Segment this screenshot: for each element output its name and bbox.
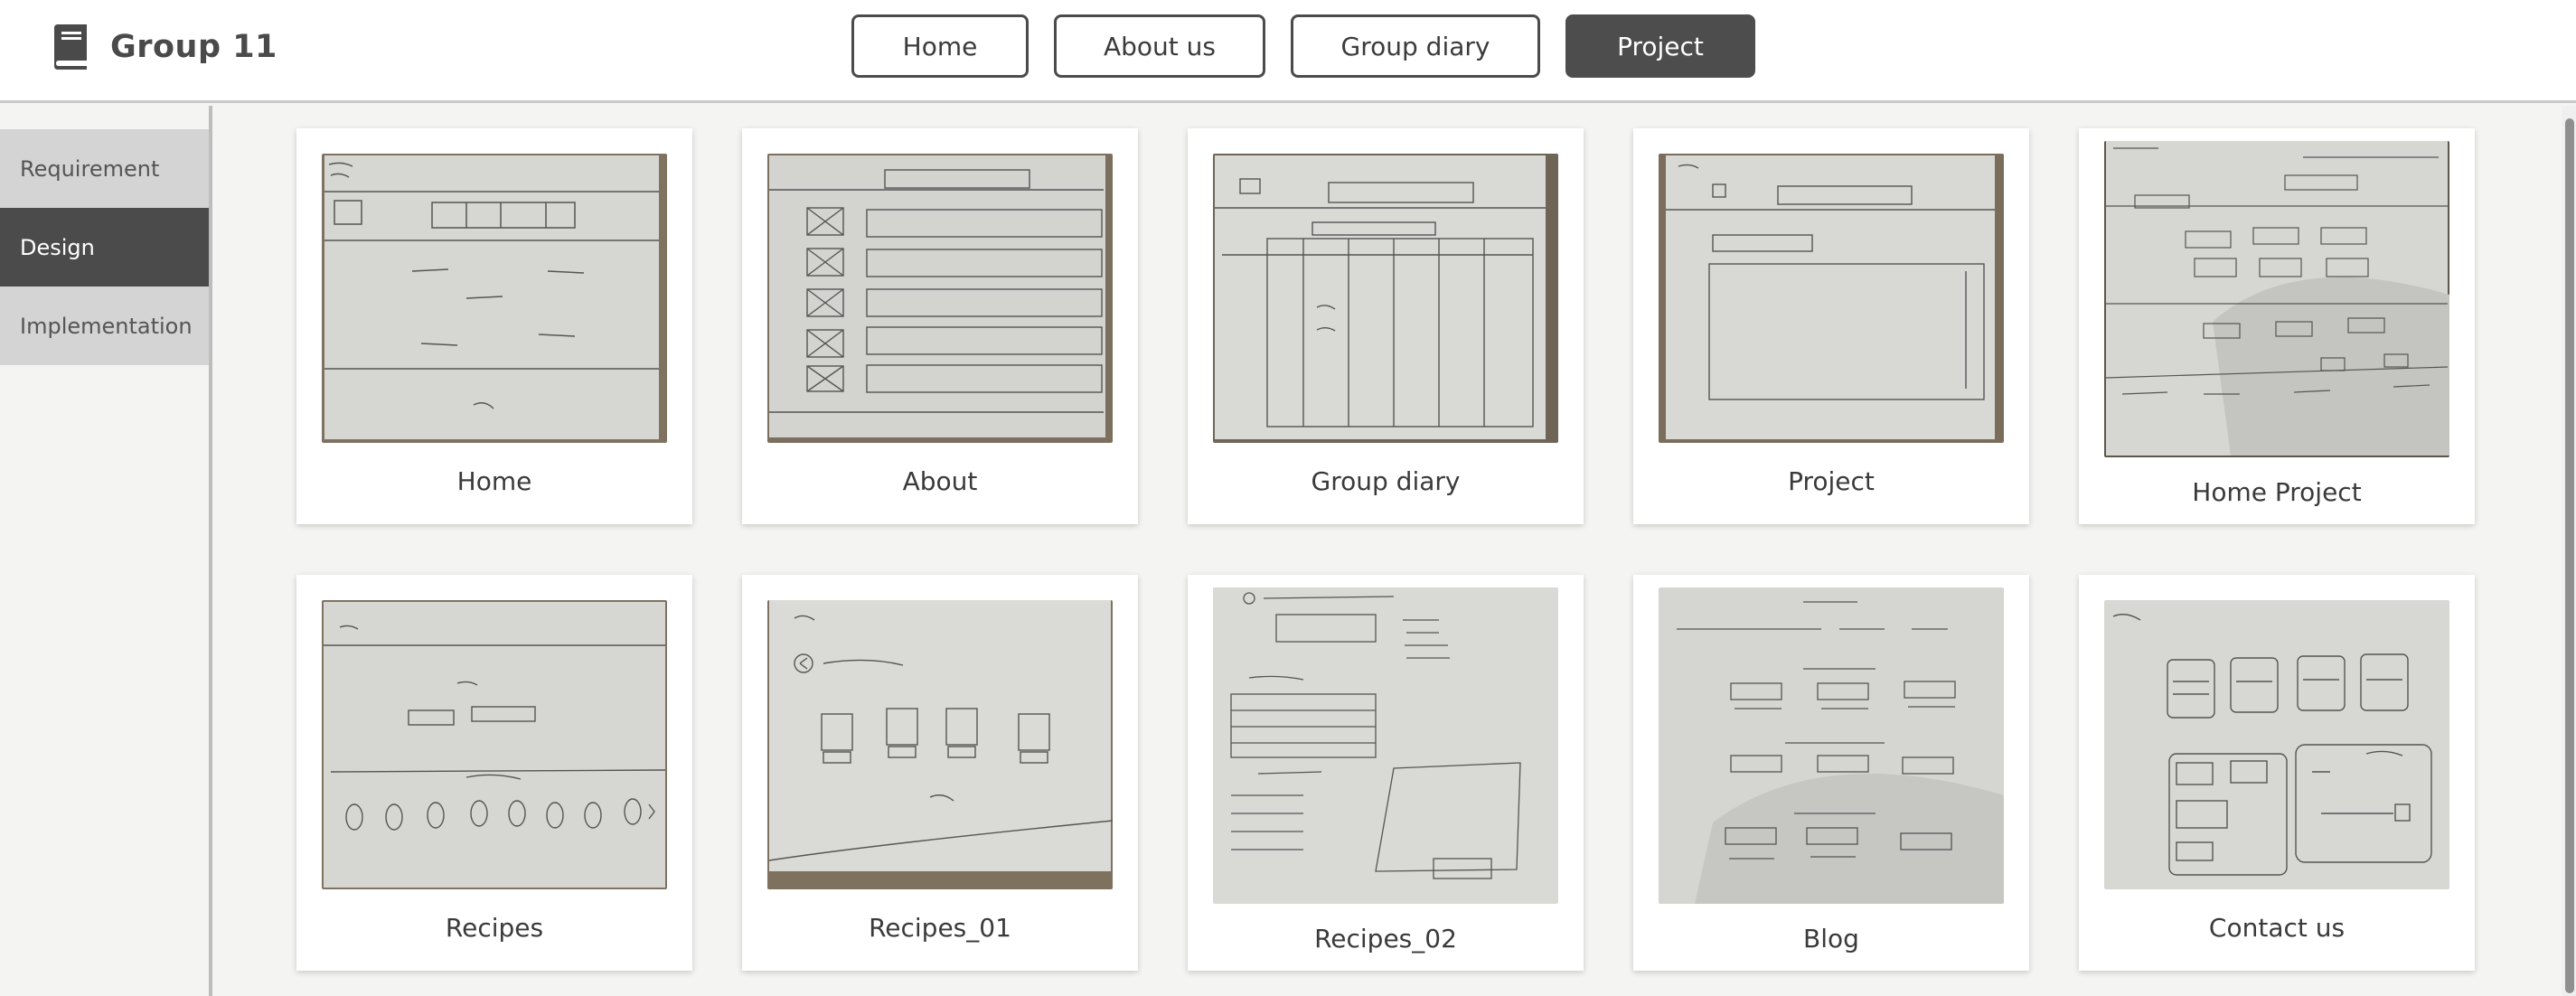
card-label: Home Project (2192, 477, 2362, 507)
sketch-image (1213, 154, 1558, 443)
card-label: Recipes_01 (869, 913, 1011, 943)
gallery-card[interactable]: Blog (1633, 575, 2029, 971)
card-label: About (902, 466, 978, 496)
card-label: Recipes (445, 913, 544, 943)
sketch-image (2104, 141, 2449, 457)
book-icon (54, 24, 87, 70)
sidebar-item-implementation[interactable]: Implementation (0, 287, 209, 365)
nav-about-us-button[interactable]: About us (1054, 14, 1265, 78)
card-label: Contact us (2208, 913, 2346, 943)
sketch-image (2104, 600, 2449, 889)
top-header: Group 11 Home About us Group diary Proje… (0, 0, 2576, 103)
gallery-card[interactable]: Contact us (2079, 575, 2475, 971)
gallery-card[interactable]: Home Project (2079, 128, 2475, 524)
nav-project-button[interactable]: Project (1565, 14, 1755, 78)
sidebar-item-requirement[interactable]: Requirement (0, 129, 209, 208)
gallery-card[interactable]: About (742, 128, 1138, 524)
page-scrollbar[interactable] (2562, 106, 2576, 996)
sketch-image (1213, 587, 1558, 904)
gallery-card[interactable]: Home (296, 128, 692, 524)
card-label: Blog (1803, 924, 1859, 954)
nav-group-diary-button[interactable]: Group diary (1291, 14, 1540, 78)
sidebar: Requirement Design Implementation (0, 106, 212, 996)
gallery-card[interactable]: Recipes (296, 575, 692, 971)
card-label: Group diary (1311, 466, 1461, 496)
sketch-image (1659, 154, 2004, 443)
sketch-image (767, 600, 1113, 889)
site-title: Group 11 (110, 29, 277, 65)
sketch-image (1659, 587, 2004, 904)
sketch-image (322, 154, 667, 443)
card-label: Project (1788, 466, 1875, 496)
sidebar-item-design[interactable]: Design (0, 208, 209, 287)
scrollbar-thumb[interactable] (2565, 118, 2574, 993)
gallery-card[interactable]: Group diary (1188, 128, 1584, 524)
brand[interactable]: Group 11 (51, 23, 277, 70)
sketch-image (322, 600, 667, 889)
sketch-image (767, 154, 1113, 443)
gallery-card[interactable]: Recipes_02 (1188, 575, 1584, 971)
design-gallery: Home About Group diary Project Home Proj… (296, 128, 2475, 971)
card-label: Home (456, 466, 532, 496)
gallery-card[interactable]: Recipes_01 (742, 575, 1138, 971)
nav-home-button[interactable]: Home (851, 14, 1029, 78)
card-label: Recipes_02 (1314, 924, 1457, 954)
gallery-card[interactable]: Project (1633, 128, 2029, 524)
main-nav: Home About us Group diary Project (851, 14, 1755, 78)
